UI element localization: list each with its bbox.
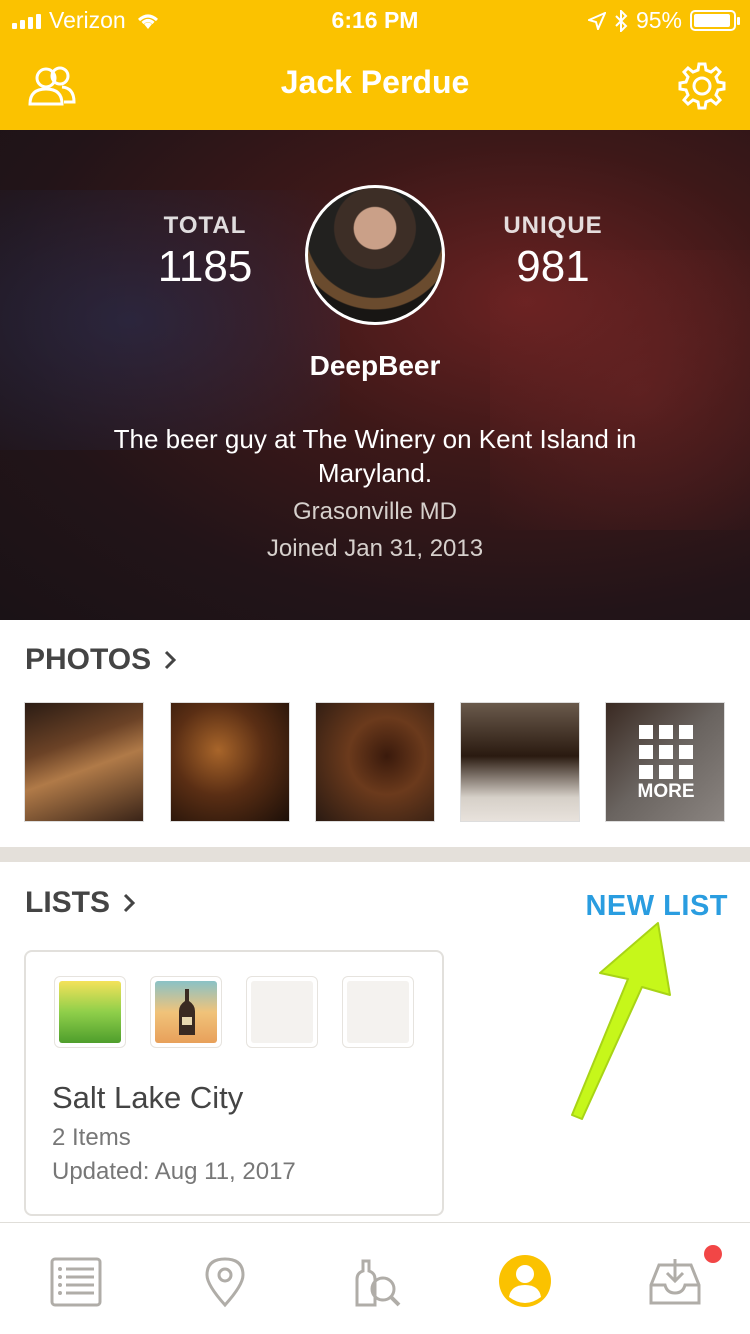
username: DeepBeer bbox=[309, 350, 441, 381]
section-divider bbox=[0, 847, 750, 862]
list-name: Salt Lake City bbox=[52, 1080, 244, 1115]
tab-bar bbox=[0, 1222, 750, 1334]
photo-thumbnail[interactable] bbox=[24, 702, 144, 822]
photo-thumbnail[interactable] bbox=[170, 702, 290, 822]
unique-value: 981 bbox=[516, 242, 590, 291]
app-header: Jack Perdue bbox=[0, 40, 750, 130]
location: Grasonville MD bbox=[292, 498, 458, 525]
photo-thumbnail[interactable] bbox=[315, 702, 435, 822]
list-card[interactable]: Salt Lake City 2 Items Updated: Aug 11, … bbox=[24, 950, 444, 1216]
chevron-right-icon bbox=[165, 650, 177, 670]
profile-icon[interactable] bbox=[497, 1253, 553, 1309]
annotation-arrow-icon bbox=[571, 922, 671, 1120]
list-item-count: 2 Items bbox=[52, 1124, 131, 1151]
more-label: MORE bbox=[637, 781, 695, 802]
total-value: 1185 bbox=[157, 242, 253, 291]
inbox-icon[interactable] bbox=[647, 1253, 703, 1309]
photos-header[interactable]: PHOTOS bbox=[25, 643, 177, 677]
battery-icon bbox=[690, 10, 740, 31]
feed-icon[interactable] bbox=[48, 1253, 104, 1309]
bluetooth-icon bbox=[615, 9, 628, 32]
battery-percent: 95% bbox=[635, 7, 682, 33]
page-title: Jack Perdue bbox=[280, 64, 470, 100]
grid-icon bbox=[639, 725, 693, 779]
notification-badge bbox=[704, 1245, 722, 1263]
settings-gear-icon[interactable] bbox=[674, 58, 730, 114]
unique-stat[interactable]: UNIQUE 981 bbox=[488, 212, 618, 292]
photo-thumbnail[interactable] bbox=[460, 702, 580, 822]
bio: The beer guy at The Winery on Kent Islan… bbox=[113, 424, 637, 488]
total-label: TOTAL bbox=[163, 212, 247, 239]
lists-title: LISTS bbox=[25, 886, 111, 919]
bottle-icon bbox=[179, 989, 195, 1035]
photos-title: PHOTOS bbox=[25, 643, 152, 676]
total-stat[interactable]: TOTAL 1185 bbox=[145, 212, 265, 292]
profile-hero: TOTAL 1185 UNIQUE 981 DeepBeer The beer … bbox=[0, 130, 750, 620]
empty-thumbnail bbox=[246, 976, 318, 1048]
status-bar: Verizon 6:16 PM 95% bbox=[0, 0, 750, 40]
chevron-right-icon bbox=[123, 893, 136, 913]
joined-date: Joined Jan 31, 2013 bbox=[266, 535, 484, 562]
location-arrow-icon bbox=[587, 11, 606, 30]
empty-thumbnail bbox=[342, 976, 414, 1048]
beer-label-thumbnail bbox=[150, 976, 222, 1048]
places-icon[interactable] bbox=[197, 1253, 253, 1309]
avatar[interactable] bbox=[305, 185, 445, 325]
more-photos-button[interactable]: MORE bbox=[605, 702, 725, 822]
status-right: 95% bbox=[587, 7, 740, 34]
beer-search-icon[interactable] bbox=[347, 1253, 403, 1309]
unique-label: UNIQUE bbox=[503, 212, 603, 239]
beer-label-thumbnail bbox=[54, 976, 126, 1048]
lists-header[interactable]: LISTS bbox=[25, 886, 136, 920]
list-updated-date: Updated: Aug 11, 2017 bbox=[52, 1158, 296, 1185]
